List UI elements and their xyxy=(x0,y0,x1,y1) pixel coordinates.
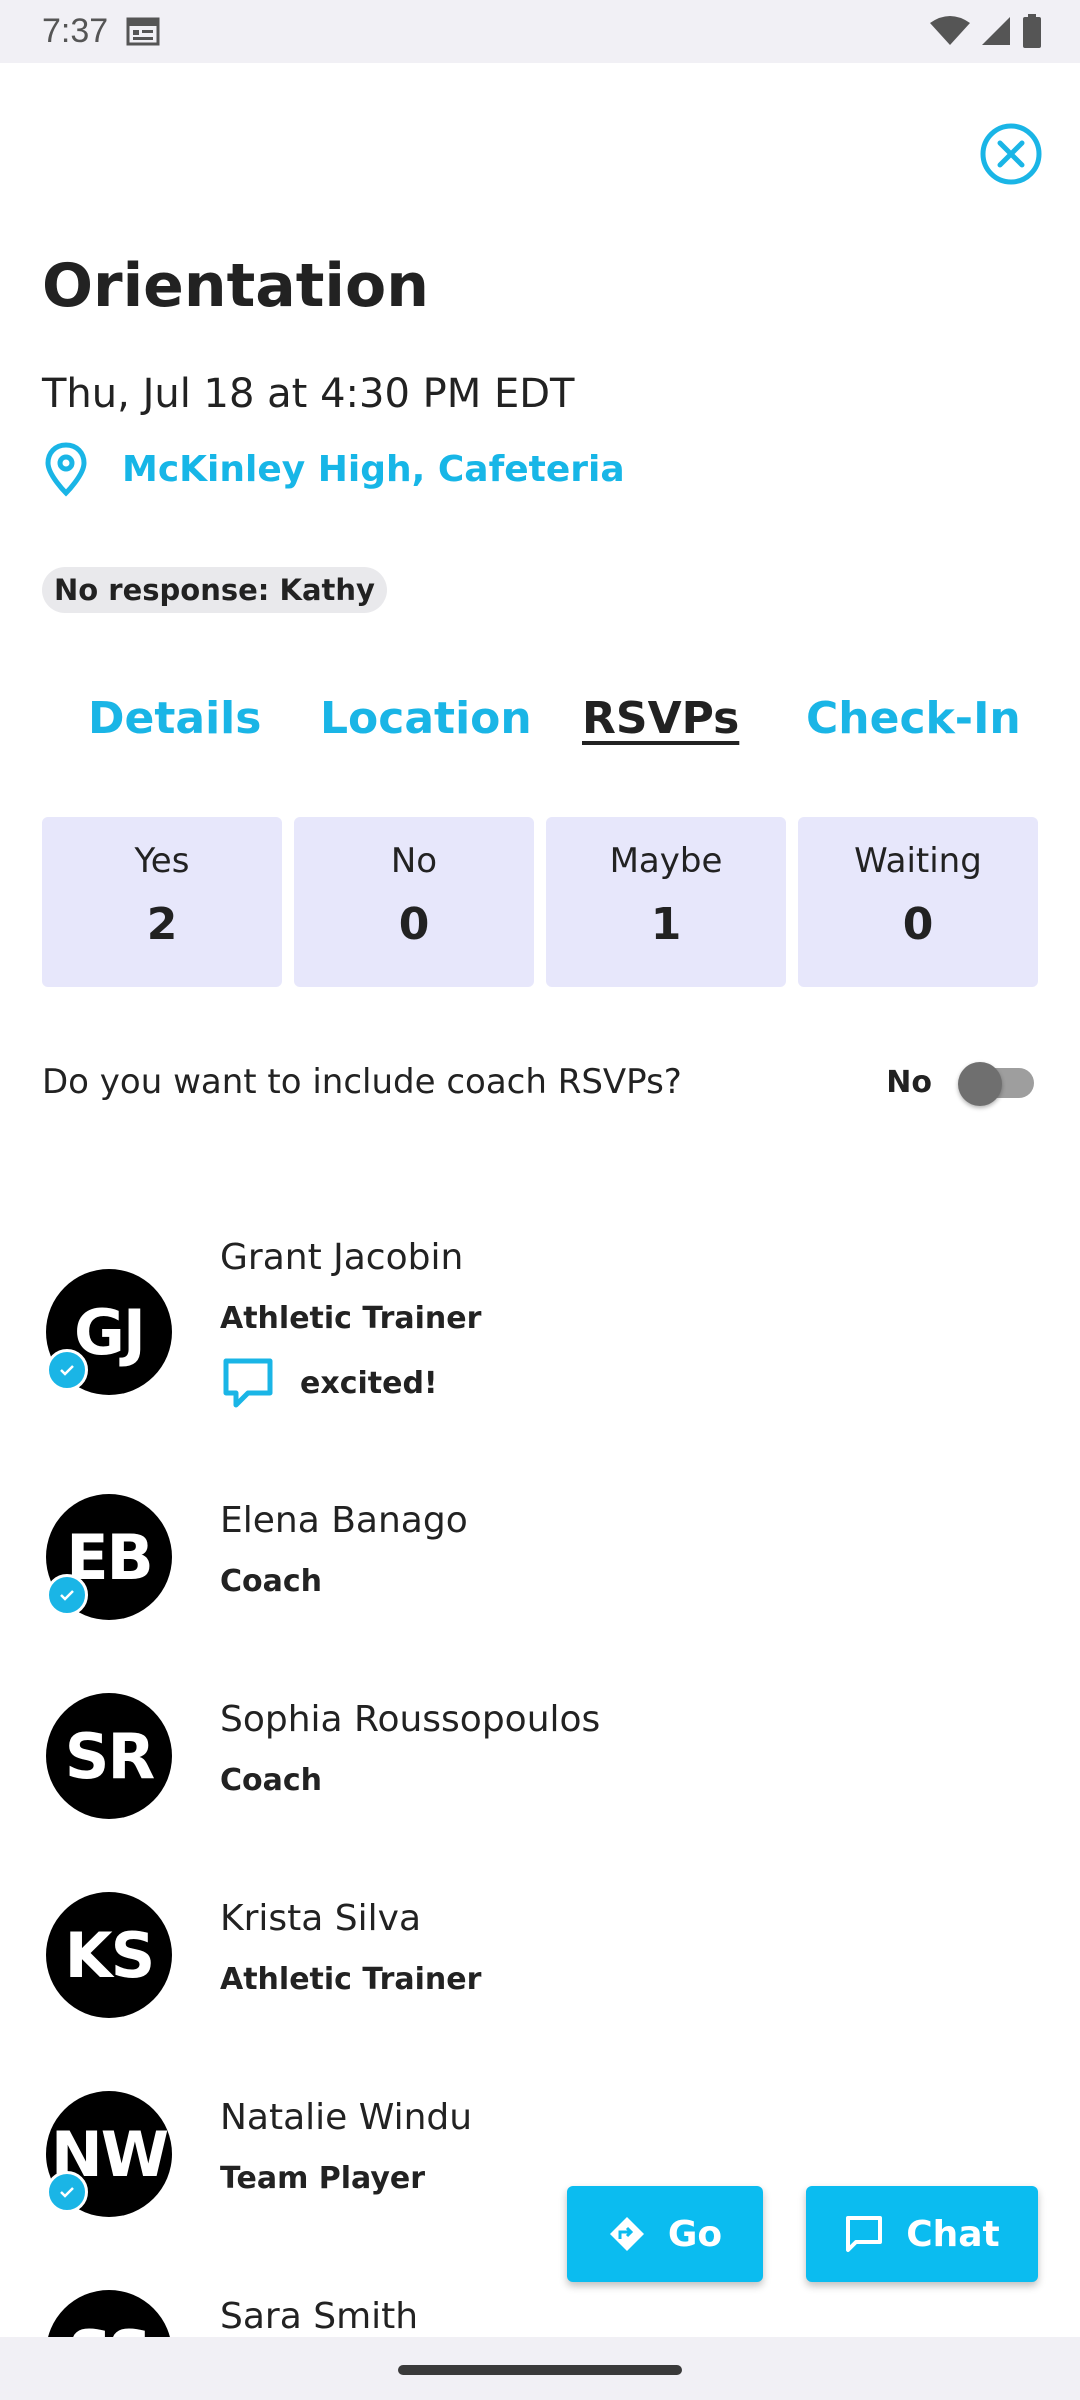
count-label: Waiting xyxy=(854,841,982,881)
chat-button-label: Chat xyxy=(906,2213,1000,2255)
person-comment-text: excited! xyxy=(300,1365,438,1401)
person-name: Sara Smith xyxy=(220,2296,419,2337)
count-label: Yes xyxy=(134,841,190,881)
chat-button[interactable]: Chat xyxy=(806,2186,1038,2282)
coach-rsvp-toggle-label: No xyxy=(886,1064,932,1100)
status-time: 7:37 xyxy=(42,12,109,50)
check-icon xyxy=(46,2171,88,2213)
calendar-icon xyxy=(126,17,160,46)
person-name: Natalie Windu xyxy=(220,2097,473,2138)
count-card-maybe[interactable]: Maybe 1 xyxy=(546,817,786,987)
person-role: Athletic Trainer xyxy=(220,1301,482,1336)
person-name: Elena Banago xyxy=(220,1500,468,1541)
close-icon[interactable] xyxy=(978,121,1044,187)
avatar: SR xyxy=(46,1693,172,1819)
coach-rsvp-toggle[interactable] xyxy=(958,1062,1038,1106)
person-role: Athletic Trainer xyxy=(220,1962,482,1997)
tab-bar: Details Location RSVPs Check-In xyxy=(0,693,1080,783)
person-role: Coach xyxy=(220,1763,323,1798)
battery-icon xyxy=(1023,14,1041,48)
event-title: Orientation xyxy=(42,251,429,321)
event-date: Thu, Jul 18 at 4:30 PM EDT xyxy=(42,371,575,417)
wifi-icon xyxy=(930,16,970,45)
gesture-nav-handle[interactable] xyxy=(398,2365,682,2375)
rsvp-counts: Yes 2 No 0 Maybe 1 Waiting 0 xyxy=(42,817,1038,987)
no-response-badge: No response: Kathy xyxy=(42,567,387,613)
count-value: 0 xyxy=(398,899,430,950)
event-location-link[interactable]: McKinley High, Cafeteria xyxy=(42,441,625,497)
person-name: Krista Silva xyxy=(220,1898,422,1939)
toggle-knob xyxy=(958,1062,1002,1106)
person-name: Grant Jacobin xyxy=(220,1237,464,1278)
go-button-label: Go xyxy=(667,2213,723,2255)
event-location: McKinley High, Cafeteria xyxy=(122,448,625,490)
count-value: 2 xyxy=(146,899,178,950)
go-button[interactable]: Go xyxy=(567,2186,763,2282)
avatar: SS xyxy=(46,2290,172,2337)
signal-icon xyxy=(982,17,1010,45)
check-icon xyxy=(46,1574,88,1616)
tab-rsvps[interactable]: RSVPs xyxy=(582,693,739,744)
count-value: 1 xyxy=(650,899,682,950)
count-card-yes[interactable]: Yes 2 xyxy=(42,817,282,987)
location-pin-icon xyxy=(45,442,87,497)
coach-rsvp-question: Do you want to include coach RSVPs? xyxy=(42,1062,682,1102)
count-value: 0 xyxy=(902,899,934,950)
avatar: KS xyxy=(46,1892,172,2018)
count-card-waiting[interactable]: Waiting 0 xyxy=(798,817,1038,987)
status-bar: 7:37 xyxy=(0,0,1080,63)
comment-icon xyxy=(223,1358,273,1408)
count-card-no[interactable]: No 0 xyxy=(294,817,534,987)
chat-icon xyxy=(846,2216,883,2252)
event-sheet: Orientation Thu, Jul 18 at 4:30 PM EDT M… xyxy=(0,63,1080,2337)
person-name: Sophia Roussopoulos xyxy=(220,1699,601,1740)
person-role: Coach xyxy=(220,1564,323,1599)
check-icon xyxy=(46,1349,88,1391)
tab-check-in[interactable]: Check-In xyxy=(806,693,1021,744)
tab-location[interactable]: Location xyxy=(320,693,532,744)
person-role: Team Player xyxy=(220,2161,426,2196)
count-label: No xyxy=(390,841,438,881)
coach-rsvp-row: Do you want to include coach RSVPs? No xyxy=(42,1047,1038,1117)
count-label: Maybe xyxy=(609,841,723,881)
person-comment: excited! xyxy=(220,1355,438,1411)
directions-icon xyxy=(609,2217,644,2251)
tab-details[interactable]: Details xyxy=(88,693,261,744)
